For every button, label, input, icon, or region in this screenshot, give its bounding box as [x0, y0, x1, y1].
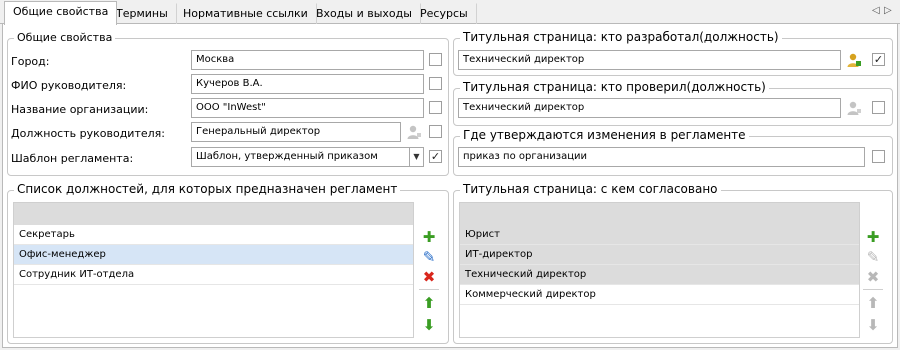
city-checkbox[interactable] [429, 53, 442, 66]
head-name-field[interactable]: Кучеров В.А. [191, 74, 424, 94]
developed-by-field[interactable]: Технический директор [458, 50, 841, 70]
tab-terms[interactable]: Термины [107, 3, 177, 24]
move-down-icon[interactable]: ⬇ [417, 315, 441, 335]
tab-bar: Общие свойства Термины Нормативные ссылк… [0, 0, 900, 25]
list-item[interactable]: Сотрудник ИТ-отдела [14, 265, 413, 285]
tab-scroll-right-icon[interactable]: ▷ [884, 5, 892, 16]
list-header [14, 203, 413, 225]
delete-icon[interactable]: ✖ [417, 267, 441, 287]
agreed-list-title: Титульная страница: с кем согласовано [460, 182, 721, 196]
add-icon[interactable]: ✚ [861, 227, 885, 247]
org-name-label: Название организации: [11, 103, 149, 116]
template-checkbox[interactable]: ✓ [429, 150, 442, 163]
checked-by-group: Титульная страница: кто проверил(должнос… [453, 80, 893, 126]
agreed-list: Юрист ИТ-директор Технический директор К… [459, 202, 860, 338]
toolbar-separator [419, 289, 439, 290]
head-position-field[interactable]: Генеральный директор [191, 122, 401, 142]
checked-by-title: Титульная страница: кто проверил(должнос… [460, 80, 769, 94]
move-up-icon[interactable]: ⬆ [861, 293, 885, 313]
edit-icon[interactable]: ✎ [417, 247, 441, 267]
head-position-label: Должность руководителя: [11, 127, 165, 140]
head-name-checkbox[interactable] [429, 77, 442, 90]
positions-list-toolbar: ✚ ✎ ✖ ⬆ ⬇ [417, 227, 441, 337]
chevron-down-icon[interactable]: ▼ [409, 148, 423, 166]
changes-approved-checkbox[interactable] [872, 150, 885, 163]
city-field[interactable]: Москва [191, 50, 424, 70]
general-properties-title: Общие свойства [14, 31, 116, 44]
checked-by-field[interactable]: Технический директор [458, 98, 841, 118]
template-label: Шаблон регламента: [11, 152, 134, 165]
select-person-icon[interactable] [406, 124, 422, 140]
tab-normative-references[interactable]: Нормативные ссылки [174, 3, 317, 24]
delete-icon[interactable]: ✖ [861, 267, 885, 287]
head-name-label: ФИО руководителя: [11, 79, 127, 92]
tab-scroll-left-icon[interactable]: ◁ [872, 5, 880, 16]
developed-by-checkbox[interactable]: ✓ [872, 53, 885, 66]
developed-by-title: Титульная страница: кто разработал(должн… [460, 30, 782, 44]
general-properties-group: Общие свойства Город: Москва ФИО руковод… [7, 31, 449, 176]
developed-by-group: Титульная страница: кто разработал(должн… [453, 30, 893, 76]
org-name-field[interactable]: ООО "InWest" [191, 98, 424, 118]
changes-approved-field[interactable]: приказ по организации [458, 147, 865, 167]
list-header [460, 203, 859, 225]
changes-approved-title: Где утверждаются изменения в регламенте [460, 128, 749, 142]
template-select[interactable]: Шаблон, утвержденный приказом ▼ [191, 147, 424, 167]
list-item[interactable]: Офис-менеджер [14, 245, 413, 265]
head-position-checkbox[interactable] [429, 125, 442, 138]
agreed-list-group: Титульная страница: с кем согласовано Юр… [453, 182, 893, 344]
template-select-value: Шаблон, утвержденный приказом [196, 151, 378, 162]
tab-resources[interactable]: Ресурсы [411, 3, 477, 24]
positions-list-title: Список должностей, для которых предназна… [14, 182, 401, 196]
tab-page: Общие свойства Город: Москва ФИО руковод… [2, 24, 898, 348]
city-label: Город: [11, 55, 50, 68]
positions-list-group: Список должностей, для которых предназна… [7, 182, 449, 344]
move-up-icon[interactable]: ⬆ [417, 293, 441, 313]
list-item[interactable]: ИТ-директор [460, 245, 859, 265]
changes-approved-group: Где утверждаются изменения в регламенте … [453, 128, 893, 176]
list-item[interactable]: Юрист [460, 225, 859, 245]
edit-icon[interactable]: ✎ [861, 247, 885, 267]
move-down-icon[interactable]: ⬇ [861, 315, 885, 335]
select-person-icon[interactable] [846, 100, 862, 116]
tab-inputs-outputs[interactable]: Входы и выходы [307, 3, 421, 24]
select-person-icon[interactable] [846, 52, 862, 68]
add-icon[interactable]: ✚ [417, 227, 441, 247]
tab-general-properties[interactable]: Общие свойства [4, 1, 118, 25]
positions-list: Секретарь Офис-менеджер Сотрудник ИТ-отд… [13, 202, 414, 338]
list-item[interactable]: Технический директор [460, 265, 859, 285]
toolbar-separator [863, 289, 883, 290]
agreed-list-toolbar: ✚ ✎ ✖ ⬆ ⬇ [861, 227, 885, 337]
list-item[interactable]: Коммерческий директор [460, 285, 859, 305]
org-name-checkbox[interactable] [429, 101, 442, 114]
checked-by-checkbox[interactable] [872, 101, 885, 114]
list-item[interactable]: Секретарь [14, 225, 413, 245]
